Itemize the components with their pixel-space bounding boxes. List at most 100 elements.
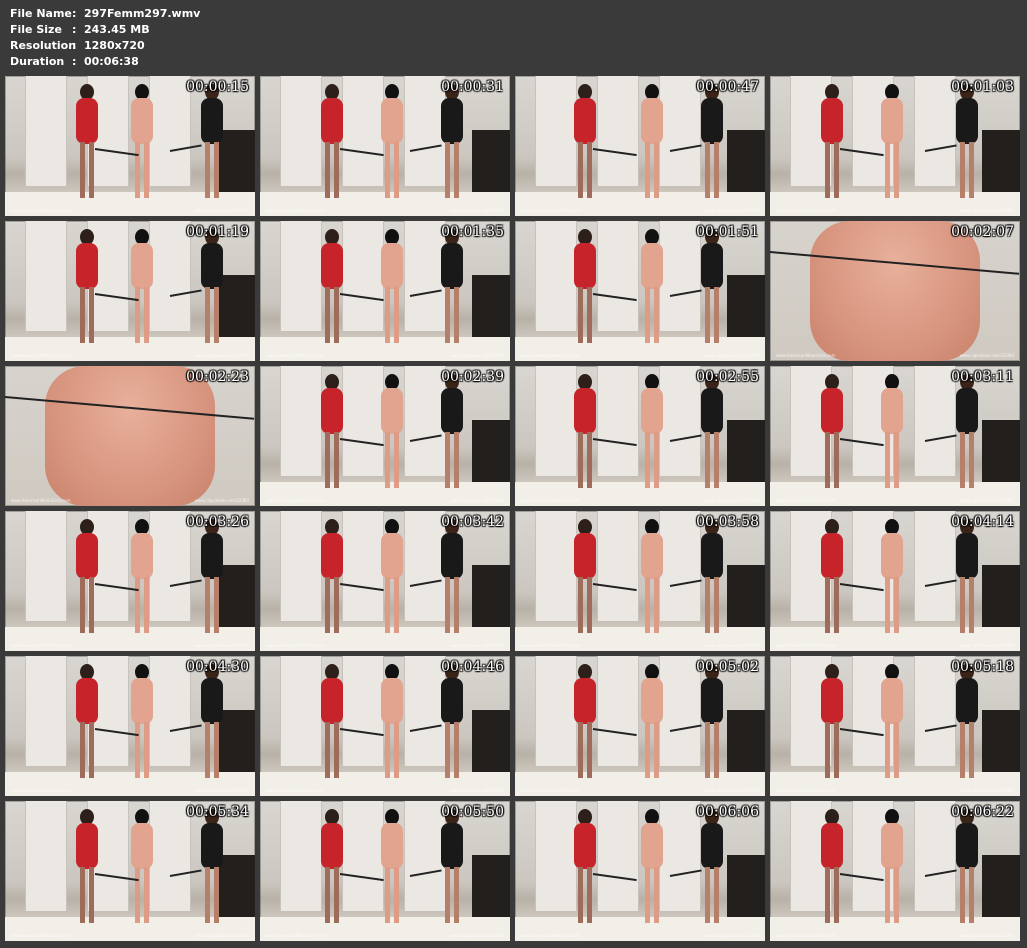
video-thumbnail[interactable]: 00:00:31 www.AmericanMeanGirls.com www.cli… [260,76,510,216]
video-thumbnail[interactable]: 00:01:51 www.AmericanMeanGirls.com www.cli… [515,221,765,361]
video-thumbnail[interactable]: 00:03:11 www.AmericanMeanGirls.com www.cli… [770,366,1020,506]
figure-body [201,243,223,289]
figure-body [641,678,663,724]
thumbnail-timestamp: 00:02:55 [696,369,759,385]
video-thumbnail[interactable]: 00:05:02 www.AmericanMeanGirls.com www.cli… [515,656,765,796]
video-thumbnail[interactable]: 00:00:15 www.AmericanMeanGirls.com www.cli… [5,76,255,216]
video-thumbnail[interactable]: 00:02:55 www.AmericanMeanGirls.com www.cli… [515,366,765,506]
figure-body [441,823,463,869]
duration-row: Duration : 00:06:38 [10,54,200,70]
video-thumbnail[interactable]: 00:05:18 www.AmericanMeanGirls.com www.cli… [770,656,1020,796]
wall-panel [342,801,384,911]
figure-body [131,678,153,724]
video-thumbnail[interactable]: 00:01:03 www.AmericanMeanGirls.com www.cli… [770,76,1020,216]
figure-body [574,388,596,434]
fireplace [472,855,510,919]
video-thumbnail[interactable]: 00:01:35 www.AmericanMeanGirls.com www.cli… [260,221,510,361]
thumbnail-timestamp: 00:05:02 [696,659,759,675]
figure-body [321,98,343,144]
thumbnail-timestamp: 00:04:46 [441,659,504,675]
watermark-right: www.clips4sale.com/32384 [449,498,504,503]
woman-red-dress-figure [573,664,597,778]
figure-legs [325,722,339,778]
thumbnail-timestamp: 00:02:07 [951,224,1014,240]
figure-body [956,98,978,144]
video-thumbnail[interactable]: 00:06:06 www.AmericanMeanGirls.com www.cli… [515,801,765,941]
video-thumbnail[interactable]: 00:03:58 www.AmericanMeanGirls.com www.cli… [515,511,765,651]
figure-body [821,98,843,144]
video-thumbnail[interactable]: 00:01:19 www.AmericanMeanGirls.com www.cli… [5,221,255,361]
figure-legs [385,432,399,488]
file-size-value: 243.45 MB [84,23,150,36]
video-thumbnail[interactable]: 00:05:50 www.AmericanMeanGirls.com www.cli… [260,801,510,941]
masked-man-figure [380,809,404,923]
closeup-scene [810,221,980,361]
figure-body [641,823,663,869]
watermark-left: www.AmericanMeanGirls.com [521,208,581,213]
video-thumbnail[interactable]: 00:03:42 www.AmericanMeanGirls.com www.cli… [260,511,510,651]
figure-legs [960,722,974,778]
woman-black-outfit-figure [440,84,464,198]
figure-body [701,823,723,869]
watermark-right: www.clips4sale.com/32384 [194,208,249,213]
woman-black-outfit-figure [200,229,224,343]
thumbnail-timestamp: 00:03:11 [951,369,1014,385]
fireplace [727,130,765,194]
masked-man-figure [640,374,664,488]
figure-body [956,388,978,434]
woman-red-dress-figure [75,229,99,343]
figure-body [441,98,463,144]
figure-legs [885,577,899,633]
figure-body [321,533,343,579]
video-thumbnail[interactable]: 00:03:26 www.AmericanMeanGirls.com www.cli… [5,511,255,651]
file-info-panel: File Name : 297Femm297.wmv File Size : 2… [10,6,200,70]
woman-red-dress-figure [75,84,99,198]
wall-panel [597,801,639,911]
wall-panel [597,366,639,476]
video-thumbnail[interactable]: 00:02:23 www.AmericanMeanGirls.com www.cli… [5,366,255,506]
wall-panel [597,76,639,186]
wall-panel [149,656,191,766]
video-thumbnail[interactable]: 00:02:39 www.AmericanMeanGirls.com www.cli… [260,366,510,506]
video-thumbnail[interactable]: 00:04:46 www.AmericanMeanGirls.com www.cli… [260,656,510,796]
video-thumbnail[interactable]: 00:04:30 www.AmericanMeanGirls.com www.cli… [5,656,255,796]
woman-black-outfit-figure [700,809,724,923]
watermark-right: www.clips4sale.com/32384 [704,208,759,213]
thumbnail-timestamp: 00:00:47 [696,79,759,95]
watermark-left: www.AmericanMeanGirls.com [521,498,581,503]
figure-legs [825,432,839,488]
woman-red-dress-figure [75,809,99,923]
wall-panel [280,511,322,621]
thumbnail-timestamp: 00:01:35 [441,224,504,240]
woman-black-outfit-figure [440,664,464,778]
wall-panel [25,76,67,186]
video-thumbnail[interactable]: 00:00:47 www.AmericanMeanGirls.com www.cli… [515,76,765,216]
woman-red-dress-figure [820,664,844,778]
wall-panel [342,511,384,621]
woman-black-outfit-figure [200,809,224,923]
video-thumbnail[interactable]: 00:06:22 www.AmericanMeanGirls.com www.cli… [770,801,1020,941]
figure-legs [135,142,149,198]
video-thumbnail[interactable]: 00:05:34 www.AmericanMeanGirls.com www.cli… [5,801,255,941]
video-thumbnail[interactable]: 00:04:14 www.AmericanMeanGirls.com www.cli… [770,511,1020,651]
figure-legs [385,287,399,343]
figure-legs [80,867,94,923]
woman-black-outfit-figure [440,229,464,343]
masked-man-figure [880,84,904,198]
woman-red-dress-figure [573,374,597,488]
figure-body [76,823,98,869]
video-thumbnail[interactable]: 00:02:07 www.AmericanMeanGirls.com www.cli… [770,221,1020,361]
watermark-right: www.clips4sale.com/32384 [959,788,1014,793]
figure-body [131,533,153,579]
separator: : [72,7,77,20]
masked-man-figure [130,229,154,343]
closeup-scene [45,366,215,506]
thumbnail-timestamp: 00:06:22 [951,804,1014,820]
woman-black-outfit-figure [700,519,724,633]
masked-man-figure [380,519,404,633]
figure-body [321,823,343,869]
woman-black-outfit-figure [700,664,724,778]
file-name-label: File Name [10,7,72,20]
wall-panel [914,511,956,621]
figure-body [701,243,723,289]
